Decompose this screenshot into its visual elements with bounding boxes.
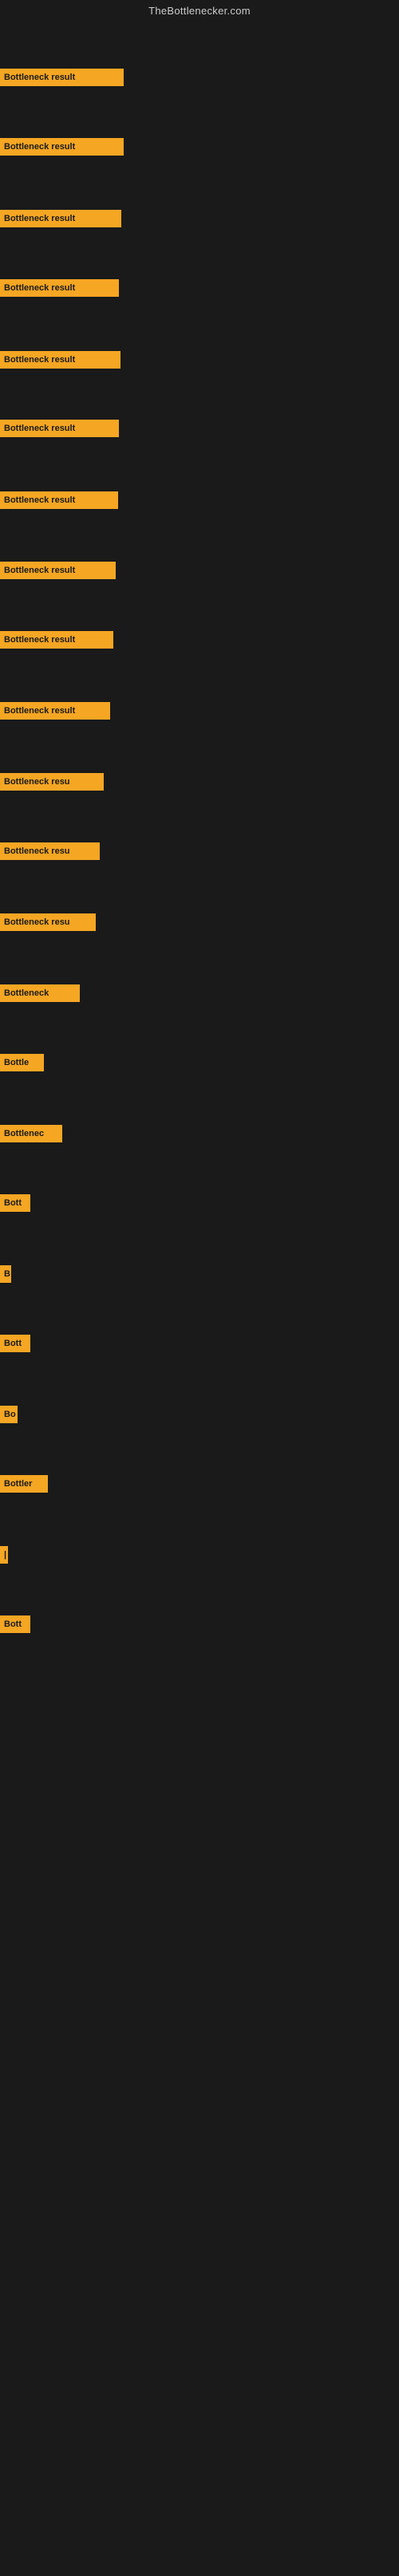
bar-row: Bottleneck result xyxy=(0,351,120,369)
bottleneck-bar-label: Bottleneck result xyxy=(0,351,120,369)
bar-row: Bottleneck result xyxy=(0,279,119,297)
bar-row: | xyxy=(0,1546,8,1564)
bar-row: B xyxy=(0,1265,11,1283)
bar-row: Bottler xyxy=(0,1475,48,1493)
bottleneck-bar-label: Bo xyxy=(0,1406,18,1423)
bottleneck-bar-label: Bottleneck resu xyxy=(0,913,96,931)
bar-row: Bottleneck result xyxy=(0,491,118,509)
bar-row: Bott xyxy=(0,1194,30,1212)
bar-row: Bottleneck result xyxy=(0,210,121,227)
bottleneck-bar-label: Bottleneck result xyxy=(0,279,119,297)
bottleneck-bar-label: Bott xyxy=(0,1194,30,1212)
bar-row: Bott xyxy=(0,1615,30,1633)
bar-row: Bottlenec xyxy=(0,1125,62,1142)
bar-row: Bottleneck result xyxy=(0,69,124,86)
bar-row: Bottleneck result xyxy=(0,631,113,649)
bottleneck-bar-label: Bottleneck result xyxy=(0,420,119,437)
bar-row: Bott xyxy=(0,1335,30,1352)
bar-row: Bottleneck result xyxy=(0,138,124,156)
site-title: TheBottlenecker.com xyxy=(0,0,399,23)
bar-row: Bo xyxy=(0,1406,18,1423)
bottleneck-bar-label: Bottle xyxy=(0,1054,44,1071)
bottleneck-bar-label: Bottleneck result xyxy=(0,702,110,720)
bottleneck-bar-label: Bottleneck result xyxy=(0,631,113,649)
bottleneck-bar-label: Bottleneck xyxy=(0,984,80,1002)
bottleneck-bar-label: Bottleneck resu xyxy=(0,773,104,791)
bar-row: Bottleneck result xyxy=(0,702,110,720)
bar-row: Bottleneck result xyxy=(0,562,116,579)
bar-row: Bottleneck resu xyxy=(0,773,104,791)
bottleneck-bar-label: Bottleneck result xyxy=(0,210,121,227)
bar-row: Bottleneck xyxy=(0,984,80,1002)
bottleneck-bar-label: | xyxy=(0,1546,8,1564)
bottleneck-bar-label: Bott xyxy=(0,1335,30,1352)
bar-row: Bottleneck resu xyxy=(0,842,100,860)
bar-row: Bottleneck result xyxy=(0,420,119,437)
bottleneck-bar-label: Bott xyxy=(0,1615,30,1633)
bottleneck-bar-label: Bottleneck result xyxy=(0,562,116,579)
bottleneck-bar-label: Bottleneck result xyxy=(0,69,124,86)
bottleneck-bar-label: Bottler xyxy=(0,1475,48,1493)
bottleneck-bar-label: Bottleneck result xyxy=(0,138,124,156)
bar-row: Bottleneck resu xyxy=(0,913,96,931)
bar-row: Bottle xyxy=(0,1054,44,1071)
bottleneck-bar-label: Bottlenec xyxy=(0,1125,62,1142)
bottleneck-bar-label: Bottleneck resu xyxy=(0,842,100,860)
bottleneck-bar-label: Bottleneck result xyxy=(0,491,118,509)
bottleneck-bar-label: B xyxy=(0,1265,11,1283)
